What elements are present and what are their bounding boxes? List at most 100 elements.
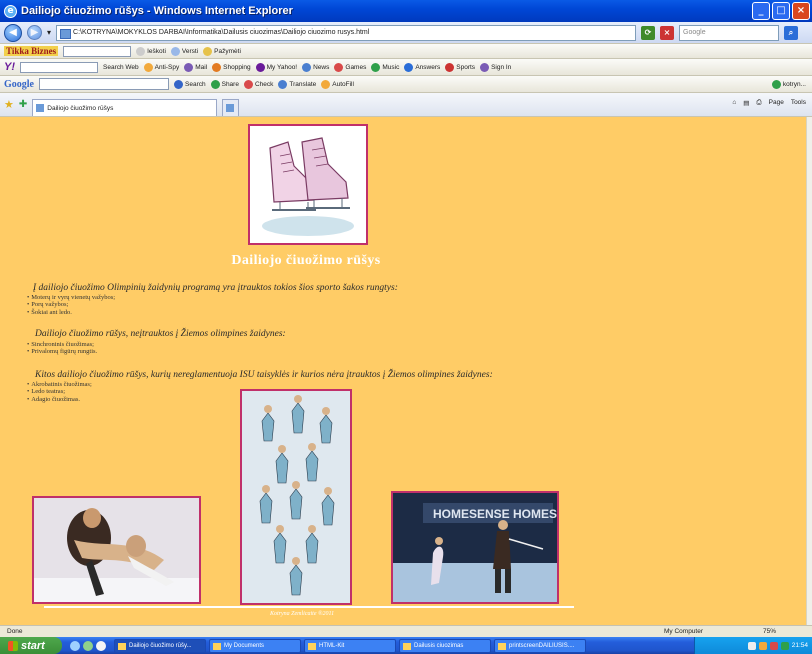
favorites-star-icon[interactable]: ★ (4, 98, 14, 111)
start-button[interactable]: start (0, 637, 62, 654)
task-my-documents[interactable]: My Documents (209, 638, 301, 653)
check-button[interactable]: Check (243, 79, 273, 89)
print-icon[interactable]: ⎙ (756, 99, 761, 107)
games-button[interactable]: Games (334, 62, 366, 72)
vertical-scrollbar[interactable] (806, 117, 812, 625)
search-web-button[interactable]: Search Web (103, 64, 139, 71)
tikka-search-input[interactable] (63, 45, 132, 57)
task-html-kit[interactable]: HTML-Kit (304, 638, 396, 653)
search-icon[interactable]: ⌕ (784, 25, 799, 40)
google-search-button[interactable]: Search (174, 79, 206, 89)
url-field[interactable]: C:\KOTRYNA\MOKYKLOS DARBAI\Informatika\D… (56, 24, 637, 41)
mail-button[interactable]: Mail (184, 62, 207, 72)
window-titlebar: e Dailiojo čiuožimo rūšys - Windows Inte… (0, 0, 812, 22)
page-title: Dailiojo čiuožimo rūšys (231, 253, 381, 268)
window-title: Dailiojo čiuožimo rūšys - Windows Intern… (21, 5, 293, 17)
recent-pages-dropdown[interactable]: ▾ (47, 28, 51, 37)
clock: 21:54 (791, 642, 808, 649)
media-quicklaunch-icon[interactable] (96, 640, 106, 651)
status-text: Done (7, 628, 23, 635)
tab-active[interactable]: Dailiojo čiuožimo rūšys (32, 98, 218, 116)
search-icon (174, 79, 183, 89)
list-item: Privalomų figūrų rungtis. (27, 348, 97, 355)
volume-icon[interactable] (780, 641, 789, 650)
google-logo: Google (4, 78, 34, 90)
music-icon (371, 62, 381, 72)
back-button[interactable]: ◀ (4, 23, 22, 42)
refresh-icon[interactable]: ⟳ (641, 25, 656, 40)
status-bar: Done My Computer 75% (0, 625, 812, 637)
banner-text: HOMESENSE HOMESENSE (433, 507, 557, 521)
sports-button[interactable]: Sports (445, 62, 475, 72)
page-menu[interactable]: Page (769, 99, 784, 107)
footer-divider (44, 606, 574, 608)
forward-button[interactable]: ▶ (27, 25, 42, 40)
maximize-button[interactable]: □ (772, 2, 790, 20)
answers-button[interactable]: Answers (404, 62, 440, 72)
games-icon (334, 62, 344, 72)
my-yahoo-icon (255, 62, 265, 72)
security-zone: My Computer (664, 628, 704, 635)
search-button[interactable]: Ieškoti (136, 46, 166, 56)
quick-launch (70, 640, 106, 651)
section-1-list: Moterų ir vyrų vienetų važybos; Porų važ… (27, 294, 115, 316)
google-search-input[interactable] (39, 78, 169, 90)
antispy-button[interactable]: Anti-Spy (143, 62, 179, 72)
feeds-icon[interactable]: ▤ (743, 99, 749, 107)
list-item: Adagio čiuožimas. (27, 396, 92, 403)
footer-copyright: Kotryna Zemlicaite ®2011 (270, 611, 335, 617)
task-ie-window[interactable]: Dailiojo čiuožimo rūšy... (114, 638, 206, 653)
google-account-button[interactable]: kotryn... (771, 79, 806, 89)
news-icon (302, 62, 312, 72)
pencil-icon (203, 46, 213, 56)
toolbar-google: Google Search Share Check Translate Auto… (0, 76, 812, 93)
new-tab-button[interactable] (222, 98, 240, 116)
desktop-quicklaunch-icon[interactable] (83, 640, 93, 651)
my-yahoo-button[interactable]: My Yahoo! (255, 62, 297, 72)
share-button[interactable]: Share (210, 79, 239, 89)
section-2-intro: Dailiojo čiuožimo rūšys, neįtrauktos į Ž… (35, 329, 286, 339)
news-button[interactable]: News (302, 62, 329, 72)
highlight-button[interactable]: Pažymėti (203, 46, 241, 56)
toolbar-tikka: Tikka Biznes Ieškoti Versti Pažymėti (0, 44, 812, 59)
search-input[interactable]: Google (679, 24, 780, 41)
antispy-icon (143, 62, 153, 72)
ice-theatre-photo: HOMESENSE HOMESENSE (391, 491, 559, 604)
yahoo-search-input[interactable] (20, 61, 98, 73)
stop-icon[interactable]: × (660, 25, 675, 40)
close-button[interactable]: × (792, 2, 810, 20)
task-printscreen[interactable]: printscreenDAILIUSIS.... (494, 638, 586, 653)
tools-menu[interactable]: Tools (791, 99, 806, 107)
address-bar: ◀ ▶ ▾ C:\KOTRYNA\MOKYKLOS DARBAI\Informa… (0, 22, 812, 44)
zoom-level[interactable]: 75% (763, 628, 776, 635)
section-3-intro: Kitos dailiojo čiuožimo rūšys, kurių ner… (35, 370, 493, 380)
translate-icon (170, 46, 180, 56)
security-icon[interactable] (758, 641, 767, 650)
section-1-intro: Į dailiojo čiuožimo Olimpinių žaidynių p… (33, 283, 398, 293)
skates-image (248, 124, 368, 245)
tikka-logo: Tikka Biznes (4, 46, 59, 56)
translate-button[interactable]: Versti (170, 46, 198, 56)
sign-in-button[interactable]: Sign In (480, 62, 511, 72)
share-icon (210, 79, 220, 89)
add-favorites-icon[interactable]: ✚ (19, 99, 27, 110)
toolbar-yahoo: Y! Search Web Anti-Spy Mail Shopping My … (0, 59, 812, 76)
autofill-button[interactable]: AutoFill (321, 79, 354, 89)
list-item: Sinchroninis čiuožimas; (27, 341, 97, 348)
section-3-list: Akrobatinis čiuožimas; Ledo teatras; Ada… (27, 381, 92, 403)
music-button[interactable]: Music (371, 62, 399, 72)
shopping-button[interactable]: Shopping (212, 62, 251, 72)
list-item: Ledo teatras; (27, 388, 92, 395)
magnifier-icon (136, 46, 146, 56)
ie-quicklaunch-icon[interactable] (70, 640, 80, 651)
user-icon (480, 62, 490, 72)
list-item: Moterų ir vyrų vienetų važybos; (27, 294, 115, 301)
home-icon[interactable]: ⌂ (732, 99, 736, 107)
skates-illustration (250, 126, 366, 243)
antivirus-icon[interactable] (769, 641, 778, 650)
minimize-button[interactable]: _ (752, 2, 770, 20)
taskbar: start Dailiojo čiuožimo rūšy... My Docum… (0, 637, 812, 654)
google-translate-button[interactable]: Translate (278, 79, 316, 89)
network-icon[interactable] (747, 641, 756, 650)
task-dailusis-folder[interactable]: Dailusis ciuozimas (399, 638, 491, 653)
